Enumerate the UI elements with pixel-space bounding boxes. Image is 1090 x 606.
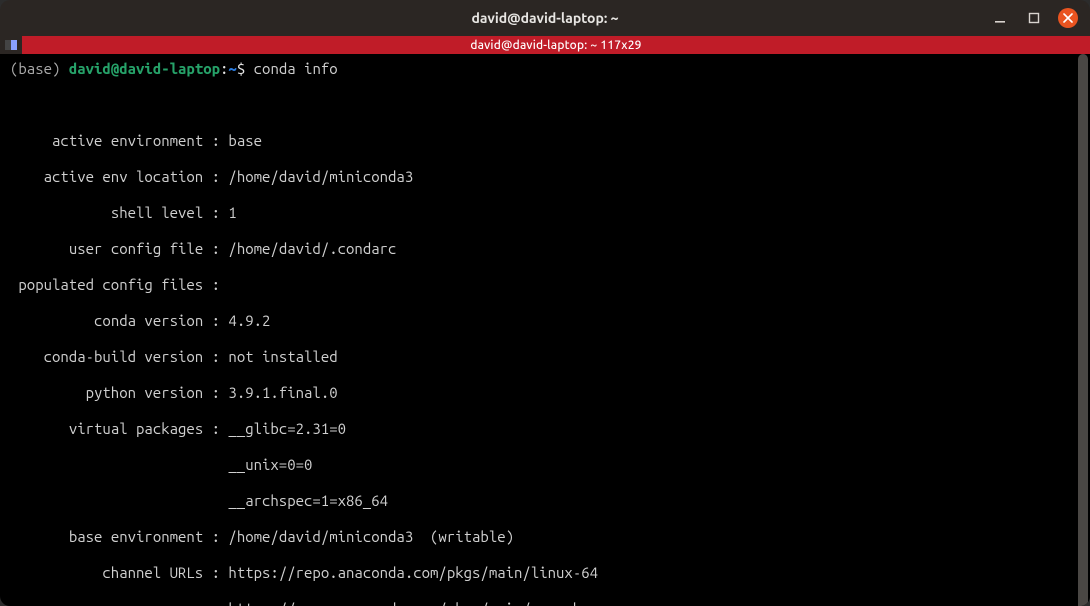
- label: virtual packages: [69, 420, 203, 437]
- prompt-env: (base): [10, 60, 60, 77]
- value: https://repo.anaconda.com/pkgs/main/noar…: [228, 600, 581, 606]
- terminal-output[interactable]: (base) david@david-laptop:~$ conda info …: [0, 54, 1076, 606]
- prompt-userhost: david@david-laptop: [69, 60, 220, 77]
- scrollbar-thumb[interactable]: [1078, 54, 1088, 606]
- tabbar-app-icon[interactable]: [0, 36, 22, 54]
- value: __glibc=2.31=0: [228, 420, 346, 437]
- value: __archspec=1=x86_64: [228, 492, 388, 509]
- value: https://repo.anaconda.com/pkgs/main/linu…: [228, 564, 598, 581]
- label: shell level: [111, 204, 203, 221]
- label: active env location: [44, 168, 204, 185]
- tabbar-title: david@david-laptop: ~ 117x29: [22, 39, 1090, 52]
- label: conda-build version: [44, 348, 204, 365]
- value: 3.9.1.final.0: [228, 384, 337, 401]
- label: populated config files: [18, 276, 203, 293]
- label: channel URLs: [102, 564, 203, 581]
- terminal-window: david@david-laptop: ~ david@david-laptop…: [0, 0, 1090, 606]
- minimize-button[interactable]: [990, 8, 1010, 28]
- label: user config file: [69, 240, 203, 257]
- terminal-area[interactable]: (base) david@david-laptop:~$ conda info …: [0, 54, 1090, 606]
- prompt-sigil: $: [237, 60, 245, 77]
- value: /home/david/.condarc: [228, 240, 396, 257]
- prompt-path: ~: [228, 60, 236, 77]
- value: base: [228, 132, 262, 149]
- window-title: david@david-laptop: ~: [0, 10, 1090, 26]
- close-button[interactable]: [1058, 8, 1078, 28]
- typed-command: conda info: [254, 60, 338, 77]
- maximize-button[interactable]: [1024, 8, 1044, 28]
- value: 1: [228, 204, 236, 221]
- label: python version: [86, 384, 204, 401]
- tabbar: david@david-laptop: ~ 117x29: [0, 36, 1090, 54]
- value: __unix=0=0: [228, 456, 312, 473]
- value: /home/david/miniconda3: [228, 168, 413, 185]
- value: not installed: [228, 348, 337, 365]
- window-controls: [990, 0, 1084, 36]
- titlebar[interactable]: david@david-laptop: ~: [0, 0, 1090, 36]
- scrollbar[interactable]: [1076, 54, 1090, 606]
- value: 4.9.2: [228, 312, 270, 329]
- value: /home/david/miniconda3 (writable): [228, 528, 514, 545]
- label: conda version: [94, 312, 203, 329]
- label: active environment: [52, 132, 203, 149]
- label: base environment: [69, 528, 203, 545]
